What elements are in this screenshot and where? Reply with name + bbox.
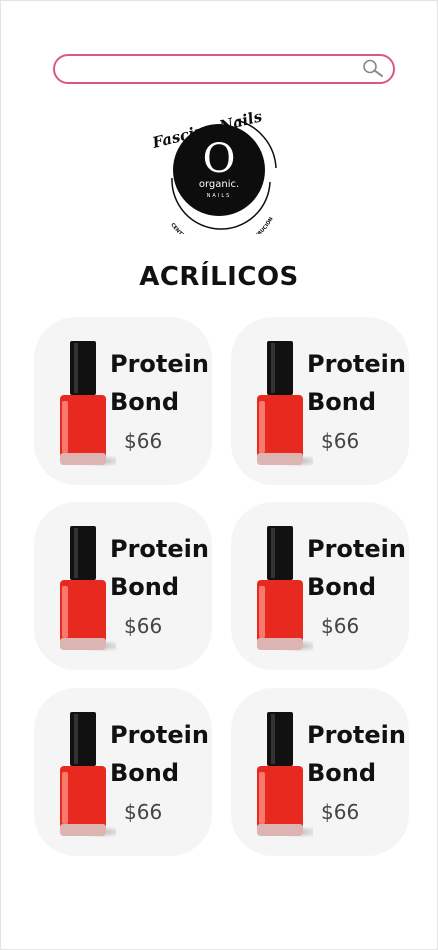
- product-name: Protein Bond: [110, 345, 220, 421]
- product-name-line1: Protein: [110, 535, 209, 563]
- logo-emblem-letter: O: [203, 136, 236, 182]
- product-name: Protein Bond: [307, 345, 417, 421]
- product-name: Protein Bond: [307, 716, 417, 792]
- nail-polish-icon: [60, 712, 116, 838]
- brand-logo: Fascino Nails O organic. NAILS CENTRO DE…: [150, 108, 277, 234]
- nail-polish-icon: [257, 526, 313, 652]
- product-name: Protein Bond: [307, 530, 417, 606]
- product-name-line1: Protein: [110, 721, 209, 749]
- product-name-line1: Protein: [110, 350, 209, 378]
- product-card[interactable]: Protein Bond $66: [231, 317, 409, 485]
- product-name-line1: Protein: [307, 350, 406, 378]
- product-price: $66: [321, 614, 360, 638]
- product-name-line2: Bond: [110, 759, 180, 787]
- product-card[interactable]: Protein Bond $66: [34, 688, 212, 856]
- product-name-line1: Protein: [307, 535, 406, 563]
- product-name: Protein Bond: [110, 716, 220, 792]
- product-name: Protein Bond: [110, 530, 220, 606]
- product-card[interactable]: Protein Bond $66: [34, 502, 212, 670]
- product-price: $66: [124, 429, 163, 453]
- product-name-line2: Bond: [307, 759, 377, 787]
- page-title: ACRÍLICOS: [139, 262, 299, 292]
- product-name-line1: Protein: [307, 721, 406, 749]
- search-bar[interactable]: [53, 54, 395, 84]
- search-icon[interactable]: [361, 58, 385, 80]
- product-price: $66: [321, 429, 360, 453]
- product-name-line2: Bond: [307, 573, 377, 601]
- search-input[interactable]: [67, 59, 361, 81]
- product-price: $66: [124, 614, 163, 638]
- nail-polish-icon: [60, 341, 116, 467]
- product-price: $66: [321, 800, 360, 824]
- logo-emblem-word: organic.: [199, 179, 239, 190]
- product-card[interactable]: Protein Bond $66: [231, 688, 409, 856]
- product-name-line2: Bond: [110, 573, 180, 601]
- nail-polish-icon: [60, 526, 116, 652]
- logo-ring-text: CENTRO DE CAPACITACIÓN Y DISTRIBUCIÓN: [169, 216, 274, 234]
- product-card[interactable]: Protein Bond $66: [34, 317, 212, 485]
- nail-polish-icon: [257, 712, 313, 838]
- product-name-line2: Bond: [307, 388, 377, 416]
- product-name-line2: Bond: [110, 388, 180, 416]
- product-price: $66: [124, 800, 163, 824]
- product-card[interactable]: Protein Bond $66: [231, 502, 409, 670]
- nail-polish-icon: [257, 341, 313, 467]
- logo-emblem-sub: NAILS: [207, 193, 232, 199]
